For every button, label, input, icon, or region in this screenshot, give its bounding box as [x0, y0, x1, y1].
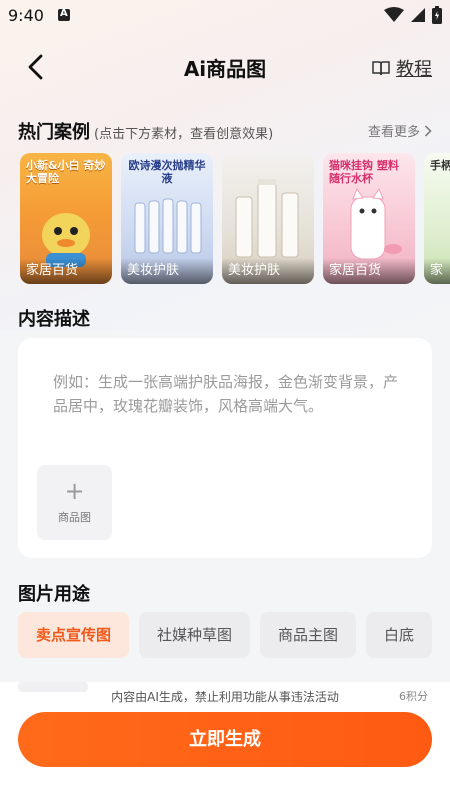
battery-icon: [432, 6, 442, 24]
a-badge-icon: A: [58, 8, 70, 21]
case-card[interactable]: 欧诗漫次抛精华液 美妆护肤: [121, 153, 213, 284]
case-card[interactable]: 猫咪挂钩 塑料随行水杯 家居百货: [323, 153, 415, 284]
case-card-label: 美妆护肤: [121, 258, 213, 284]
usage-option-social[interactable]: 社媒种草图: [139, 612, 251, 658]
status-icons: [384, 6, 442, 24]
navigation-bar: [0, 794, 450, 800]
case-card[interactable]: 美妆护肤: [222, 153, 314, 284]
case-card[interactable]: 小新&小白 奇妙大冒险 家居百货: [20, 153, 112, 284]
case-card-label: 家居百货: [323, 258, 415, 284]
plus-icon: +: [64, 477, 85, 505]
status-time: 9:40: [8, 6, 44, 25]
view-more-label: 查看更多: [367, 125, 420, 140]
chevron-right-icon: [424, 124, 432, 137]
description-card: 例如：生成一张高端护肤品海报，金色渐变背景，产品居中，玫瑰花瓣装饰，风格高端大气…: [18, 338, 432, 558]
product-image-upload[interactable]: + 商品图: [37, 465, 112, 540]
tutorial-link[interactable]: 教程: [372, 55, 432, 81]
top-navigation-bar: Ai商品图 教程: [0, 42, 450, 92]
credit-cost: 6积分: [399, 690, 428, 703]
case-card[interactable]: 手柄式 家: [424, 153, 450, 284]
description-title: 内容描述: [18, 309, 90, 330]
usage-title: 图片用途: [18, 584, 90, 605]
tutorial-label: 教程: [396, 59, 432, 80]
case-card-label: 家居百货: [20, 258, 112, 284]
view-more-link[interactable]: 查看更多: [368, 121, 432, 140]
ai-disclaimer: 内容由AI生成，禁止利用功能从事违法活动: [111, 690, 339, 704]
signal-icon: [411, 8, 425, 22]
bottom-action-panel: 内容由AI生成，禁止利用功能从事违法活动 6积分 立即生成: [0, 682, 450, 800]
hot-cases-header: 热门案例 (点击下方素材，查看创意效果) 查看更多: [18, 118, 432, 143]
description-input[interactable]: 例如：生成一张高端护肤品海报，金色渐变背景，产品居中，玫瑰花瓣装饰，风格高端大气…: [53, 370, 398, 418]
hot-cases-hint: (点击下方素材，查看创意效果): [94, 127, 274, 142]
usage-options: 卖点宣传图 社媒种草图 商品主图 白底: [18, 612, 450, 658]
case-card-label: 美妆护肤: [222, 258, 314, 284]
wifi-icon: [384, 7, 404, 22]
usage-option-selling-point[interactable]: 卖点宣传图: [18, 612, 130, 658]
usage-option-white-bg[interactable]: 白底: [366, 612, 433, 658]
upload-label: 商品图: [58, 511, 91, 524]
status-bar: 9:40 A: [0, 0, 450, 32]
hot-cases-title: 热门案例: [18, 122, 90, 143]
book-icon: [372, 61, 390, 76]
case-card-label: 家: [424, 258, 450, 284]
hot-cases-carousel[interactable]: 小新&小白 奇妙大冒险 家居百货 欧诗漫次抛精华液 美妆护肤 美妆护肤 猫咪挂钩…: [20, 153, 450, 285]
generate-button[interactable]: 立即生成: [18, 712, 432, 767]
usage-option-main-image[interactable]: 商品主图: [260, 612, 357, 658]
case-card-headline: 手柄式: [430, 159, 450, 172]
